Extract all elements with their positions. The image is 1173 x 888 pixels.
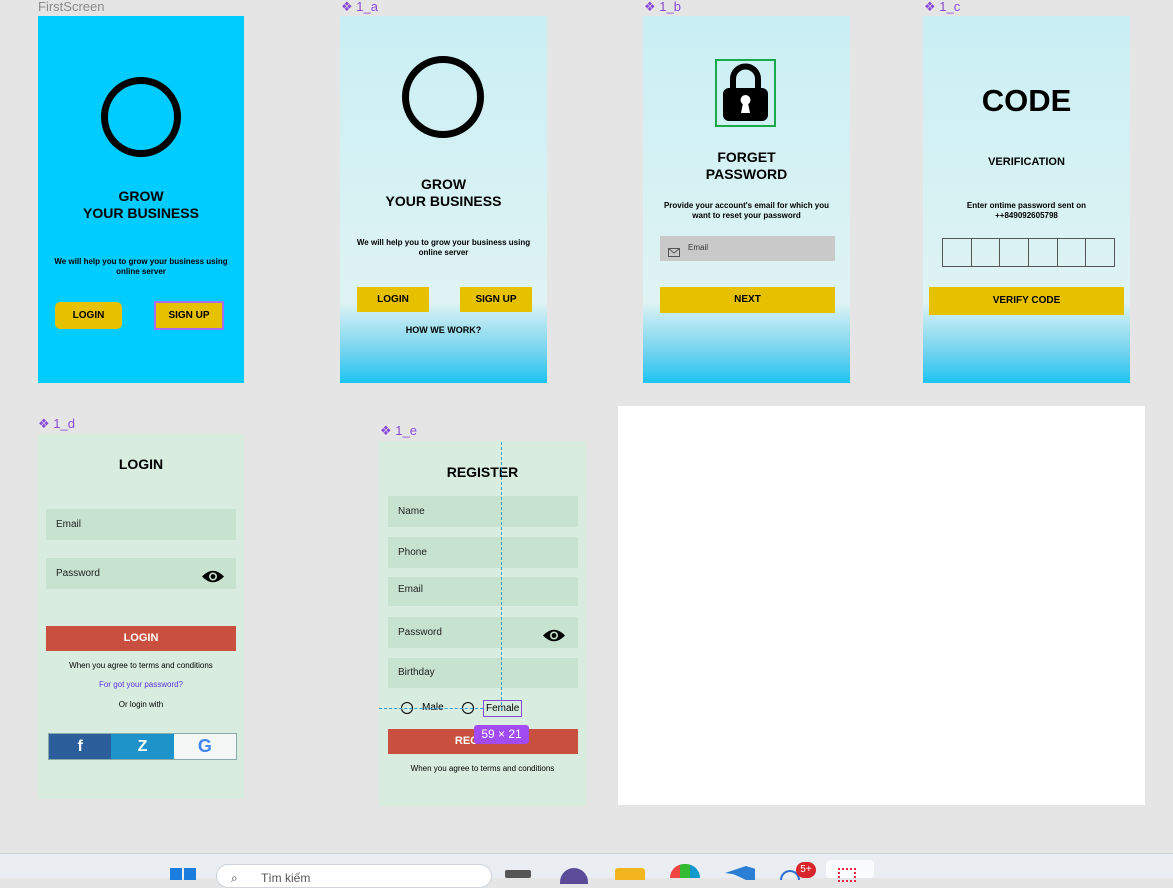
frame-label-text: 1_e (395, 423, 417, 438)
component-icon: ❖ (924, 0, 936, 14)
title-line2: YOUR BUSINESS (385, 193, 502, 209)
title-line1: GROW (118, 188, 164, 204)
password-placeholder: Password (56, 568, 100, 579)
login-button[interactable]: LOGIN (357, 287, 429, 312)
component-icon: ❖ (38, 416, 50, 431)
password-placeholder: Password (398, 627, 442, 638)
terms-text: When you agree to terms and conditions (69, 661, 213, 670)
windows-start-icon[interactable] (170, 868, 196, 880)
signup-button[interactable]: SIGN UP (154, 301, 224, 330)
subtitle: We will help you to grow your business u… (54, 257, 228, 276)
email-field[interactable]: Email (660, 236, 835, 261)
description-line1: Enter ontime password sent on (966, 201, 1087, 210)
logo-ring (101, 77, 181, 157)
measure-guide-horizontal (379, 708, 483, 709)
title-line1: FORGET (717, 149, 776, 165)
measure-guide-vertical (501, 442, 502, 710)
component-icon: ❖ (341, 0, 353, 14)
frame-label-text: 1_a (356, 0, 378, 14)
frame-label-text: 1_d (53, 416, 75, 431)
verification-subheading: VERIFICATION (988, 156, 1065, 168)
frame-label-1b[interactable]: ❖ 1_b (644, 0, 681, 15)
search-icon: ⌕ (231, 871, 238, 885)
active-app-highlight[interactable] (826, 860, 874, 882)
password-field[interactable]: Password (46, 558, 236, 589)
how-we-work-link[interactable]: HOW WE WORK? (340, 325, 547, 335)
otp-box[interactable] (1029, 238, 1058, 267)
social-login-row: f Z G (48, 733, 237, 760)
subtitle: We will help you to grow your business u… (356, 238, 531, 257)
notification-badge: 5+ (796, 862, 816, 878)
next-button[interactable]: NEXT (660, 287, 835, 313)
title-line2: PASSWORD (705, 166, 788, 182)
otp-box[interactable] (971, 238, 1001, 267)
frame-label-1c[interactable]: ❖ 1_c (924, 0, 960, 15)
otp-boxes (942, 238, 1116, 267)
register-title: REGISTER (446, 464, 519, 480)
vscode-icon[interactable] (725, 866, 755, 880)
eye-icon[interactable] (201, 566, 225, 597)
email-field[interactable]: Email (46, 509, 236, 540)
logo-ring (402, 56, 484, 138)
component-icon: ❖ (644, 0, 656, 14)
login-button[interactable]: LOGIN (46, 626, 236, 651)
frame-label-text: 1_c (939, 0, 961, 14)
zalo-icon[interactable]: Z (111, 734, 174, 759)
email-field[interactable]: Email (388, 577, 578, 606)
frame-first-screen[interactable]: GROW YOUR BUSINESS We will help you to g… (38, 16, 244, 383)
description: Provide your account's email for which y… (663, 201, 830, 220)
frame-label-1d[interactable]: ❖ 1_d (38, 416, 75, 432)
taskbar-search[interactable]: ⌕ Tìm kiếm (216, 864, 492, 888)
title-line1: GROW (420, 176, 467, 192)
facebook-icon[interactable]: f (49, 734, 112, 759)
frame-1c[interactable]: CODE VERIFICATION Enter ontime password … (923, 16, 1130, 383)
signup-button[interactable]: SIGN UP (460, 287, 532, 312)
component-icon: ❖ (380, 423, 392, 438)
birthday-field[interactable]: Birthday (388, 658, 578, 688)
empty-frame[interactable] (618, 406, 1145, 805)
name-field[interactable]: Name (388, 496, 578, 527)
forgot-password-link[interactable]: For got your password? (38, 680, 244, 689)
female-label[interactable]: Female (483, 700, 523, 717)
file-explorer-icon[interactable] (615, 868, 645, 880)
title-line2: YOUR BUSINESS (83, 205, 199, 221)
lock-icon (715, 59, 776, 127)
frame-1b[interactable]: FORGET PASSWORD Provide your account's e… (643, 16, 850, 383)
email-placeholder: Email (688, 243, 709, 252)
otp-box[interactable] (1000, 238, 1030, 267)
frame-label-firstscreen[interactable]: FirstScreen (38, 0, 104, 14)
code-heading: CODE (981, 83, 1072, 118)
size-badge: 59 × 21 (474, 725, 529, 744)
or-login-with-text: Or login with (118, 700, 164, 709)
search-placeholder: Tìm kiếm (261, 871, 311, 885)
frame-1e[interactable]: REGISTER Name Phone Email Password Birth… (379, 441, 586, 806)
app-icon[interactable] (560, 868, 588, 884)
frame-label-text: 1_b (659, 0, 681, 14)
description-line2: ++849092605798 (995, 211, 1058, 220)
frame-1a[interactable]: GROW YOUR BUSINESS We will help you to g… (340, 16, 547, 383)
figma-icon (838, 868, 856, 882)
phone-field[interactable]: Phone (388, 537, 578, 568)
otp-box[interactable] (1057, 238, 1087, 267)
otp-box[interactable] (942, 238, 972, 267)
terms-text: When you agree to terms and conditions (410, 764, 555, 773)
frame-label-1a[interactable]: ❖ 1_a (341, 0, 378, 15)
otp-box[interactable] (1086, 238, 1116, 267)
verify-code-button[interactable]: VERIFY CODE (929, 287, 1124, 315)
taskbar: ⌕ Tìm kiếm 5+ (0, 853, 1173, 888)
app-icon[interactable] (670, 864, 700, 878)
login-title: LOGIN (118, 456, 164, 472)
mail-icon (668, 244, 680, 262)
frame-label-1e[interactable]: ❖ 1_e (380, 423, 417, 439)
eye-icon[interactable] (542, 625, 566, 656)
google-icon[interactable]: G (173, 734, 236, 759)
frame-1d[interactable]: LOGIN Email Password LOGIN When you agre… (38, 434, 244, 799)
login-button[interactable]: LOGIN (55, 302, 122, 329)
password-field[interactable]: Password (388, 617, 578, 648)
